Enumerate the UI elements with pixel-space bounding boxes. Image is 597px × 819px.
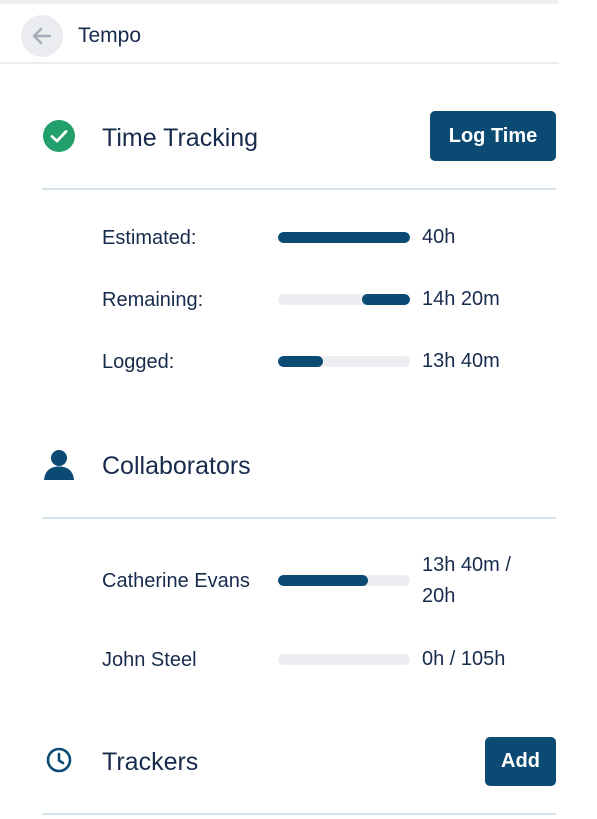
panel-header: Tempo: [0, 4, 559, 64]
time-tracking-header: Time Tracking Log Time: [0, 110, 559, 164]
time-tracking-divider: [42, 188, 556, 190]
collaborators-title: Collaborators: [102, 452, 251, 480]
arrow-left-icon: [32, 27, 52, 45]
logged-label: Logged:: [102, 351, 175, 373]
collaborators-header: Collaborators: [0, 438, 559, 492]
remaining-value: 14h 20m: [422, 288, 500, 310]
collaborator-value-line1: 13h 40m /: [422, 554, 511, 576]
estimated-progress-fill: [278, 232, 410, 243]
back-button[interactable]: [21, 15, 63, 57]
person-icon: [41, 446, 77, 482]
collaborator-name: John Steel: [102, 649, 197, 671]
estimated-value: 40h: [422, 226, 456, 248]
remaining-label: Remaining:: [102, 289, 204, 311]
check-circle-icon: [41, 118, 77, 154]
time-tracking-title: Time Tracking: [102, 124, 259, 152]
trackers-header: Trackers Add: [0, 734, 559, 788]
log-time-button[interactable]: Log Time: [430, 111, 556, 161]
collaborator-progress-bar: [278, 575, 410, 586]
collaborator-progress-bar: [278, 654, 410, 665]
collaborator-progress-fill: [278, 575, 368, 586]
add-tracker-button[interactable]: Add: [485, 737, 556, 786]
trackers-title: Trackers: [102, 748, 199, 776]
collaborators-divider: [42, 517, 556, 519]
collaborator-value: 0h / 105h: [422, 648, 506, 670]
tempo-panel: Tempo Time Tracking Log Time Estimated: …: [0, 0, 559, 819]
logged-progress-fill: [278, 356, 323, 367]
header-title: Tempo: [78, 24, 142, 47]
remaining-progress-fill: [362, 294, 410, 305]
remaining-progress-bar: [278, 294, 410, 305]
logged-value: 13h 40m: [422, 350, 500, 372]
estimated-progress-bar: [278, 232, 410, 243]
logged-progress-bar: [278, 356, 410, 367]
clock-icon: [41, 742, 77, 778]
collaborator-name: Catherine Evans: [102, 570, 250, 592]
estimated-label: Estimated:: [102, 227, 197, 249]
trackers-divider: [42, 813, 556, 815]
collaborator-value-line2: 20h: [422, 585, 456, 607]
